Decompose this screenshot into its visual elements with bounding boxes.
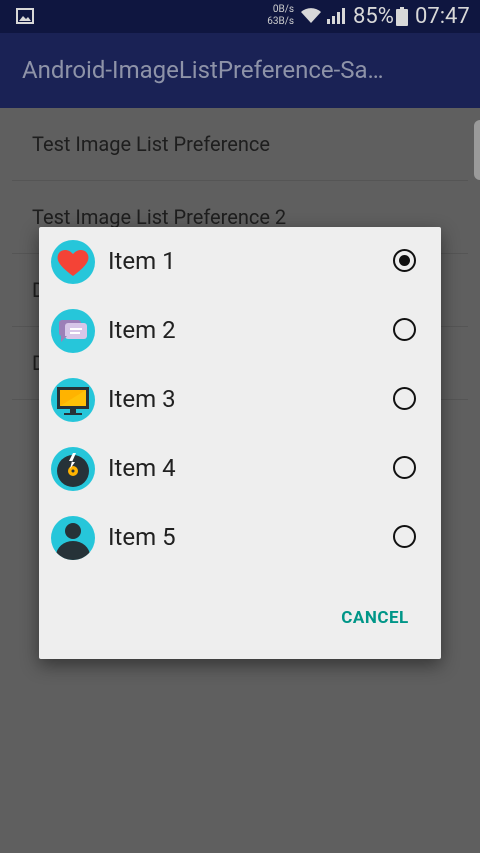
heart-icon [51,240,95,284]
item-label: Item 3 [108,385,176,413]
battery-icon [396,7,408,26]
wifi-icon [301,8,321,23]
dialog-item-3[interactable]: Item 3 [39,365,441,434]
item-label: Item 5 [108,523,176,551]
radio-button[interactable] [393,525,416,548]
item-label: Item 4 [108,454,176,482]
item-label: Item 1 [108,247,176,275]
monitor-icon [51,378,95,422]
radio-button[interactable] [393,387,416,410]
dialog-item-1[interactable]: Item 1 [39,227,441,296]
dialog-item-4[interactable]: Item 4 [39,434,441,503]
image-icon [16,8,34,24]
preference-title: Test Image List Preference 2 [32,205,287,229]
clock: 07:47 [415,4,470,29]
radio-button[interactable] [393,318,416,341]
net-down: 63B/s [267,16,294,27]
dialog-item-2[interactable]: Item 2 [39,296,441,365]
cancel-button[interactable]: CANCEL [327,600,423,636]
radio-button-selected[interactable] [393,249,416,272]
vinyl-record-icon [51,447,95,491]
radio-button[interactable] [393,456,416,479]
net-up: 0B/s [272,4,294,15]
preference-title: Test Image List Preference [32,132,270,156]
item-label: Item 2 [108,316,176,344]
dialog-item-5[interactable]: Item 5 [39,503,441,572]
signal-icon [327,8,345,24]
battery-percent: 85% [353,4,394,29]
app-title: Android-ImageListPreference-Sa… [22,56,384,84]
status-bar: 0B/s 63B/s 85% 07:47 [0,0,480,33]
network-speed: 0B/s 63B/s [262,4,294,28]
chat-bubble-icon [51,309,95,353]
person-icon [51,516,95,560]
preference-item[interactable]: Test Image List Preference [12,108,468,181]
image-list-dialog: Item 1 Item 2 Item 3 Item 4 Item 5 CANCE… [39,227,441,659]
